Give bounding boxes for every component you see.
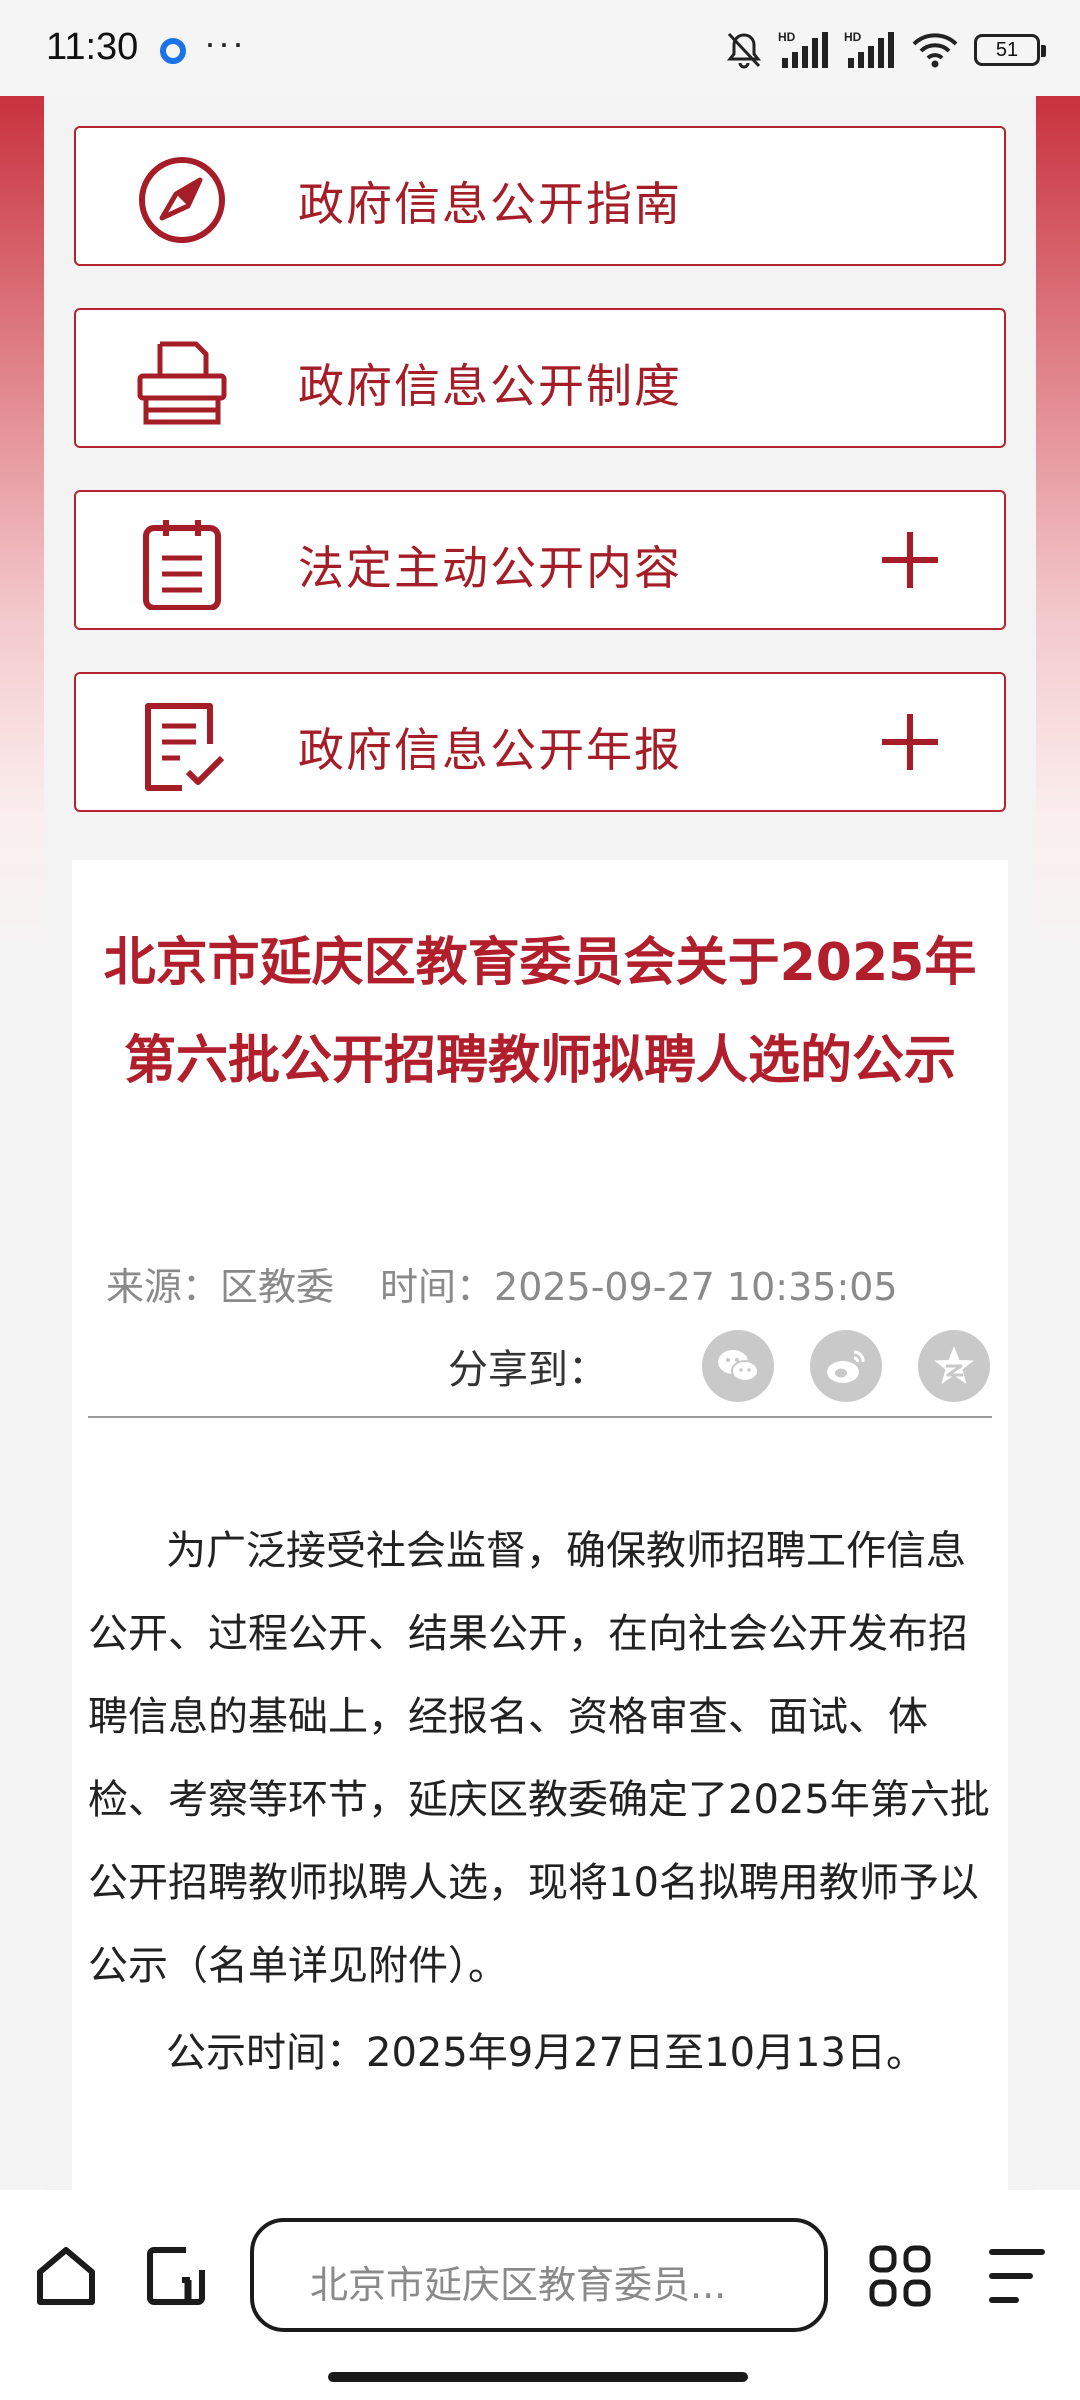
signal-hd-1-icon: HD (778, 30, 828, 68)
more-notifications-icon: ··· (204, 22, 246, 63)
qzone-icon (934, 1346, 974, 1384)
nav-card-label: 政府信息公开年报 (298, 723, 682, 777)
svg-text:HD: HD (778, 30, 796, 44)
address-search-bar[interactable]: 北京市延庆区教育委员... (250, 2218, 828, 2332)
menu-icon[interactable] (982, 2242, 1050, 2310)
share-bar: 分享到： (448, 1330, 990, 1402)
nav-card-guide[interactable]: 政府信息公开指南 (74, 126, 1006, 266)
nav-card-annual-report[interactable]: 政府信息公开年报 (74, 672, 1006, 812)
signal-hd-2-icon: HD (844, 30, 894, 68)
notification-app-icon (160, 38, 186, 64)
compass-icon (139, 157, 225, 243)
weibo-icon (827, 1350, 865, 1383)
article-meta: 来源：区教委 时间：2025-09-27 10:35:05 (106, 1256, 898, 1311)
share-qzone-button[interactable] (918, 1330, 990, 1402)
nav-card-statutory-content[interactable]: 法定主动公开内容 (74, 490, 1006, 630)
article-paragraph: 为广泛接受社会监督，确保教师招聘工作信息公开、过程公开、结果公开，在向社会公开发… (88, 1528, 990, 1989)
article-divider (88, 1416, 992, 1418)
nav-card-label: 法定主动公开内容 (298, 541, 682, 595)
expand-plus-icon[interactable] (880, 712, 940, 772)
share-label: 分享到： (448, 1347, 608, 1393)
apps-grid-icon[interactable] (866, 2242, 934, 2310)
printer-icon (137, 341, 227, 425)
share-wechat-button[interactable] (702, 1330, 774, 1402)
share-weibo-button[interactable] (810, 1330, 882, 1402)
article-title: 北京市延庆区教育委员会关于2025年第六批公开招聘教师拟聘人选的公示 (103, 933, 977, 1091)
page-content: 政府信息公开指南 政府信息公开制度 法定主动公开内容 政府信息公开年报 北京市延… (0, 96, 1080, 2190)
article-body: 为广泛接受社会监督，确保教师招聘工作信息公开、过程公开、结果公开，在向社会公开发… (88, 1510, 992, 2095)
article: 北京市延庆区教育委员会关于2025年第六批公开招聘教师拟聘人选的公示 来源：区教… (72, 860, 1008, 2190)
address-search-text: 北京市延庆区教育委员... (310, 2263, 727, 2307)
article-time: 时间：2025-09-27 10:35:05 (380, 1265, 898, 1309)
bell-muted-icon (726, 32, 762, 69)
battery-indicator: 51 (974, 34, 1046, 66)
wifi-icon (912, 33, 958, 68)
status-bar: 11:30 ··· HD HD 51 (0, 0, 1080, 96)
home-indicator[interactable] (328, 2372, 748, 2382)
svg-text:HD: HD (844, 30, 862, 44)
report-check-icon (145, 703, 225, 791)
home-icon[interactable] (32, 2242, 100, 2310)
nav-card-label: 政府信息公开指南 (298, 177, 682, 231)
status-time: 11:30 (46, 26, 139, 68)
clipboard-icon (143, 520, 221, 610)
nav-card-label: 政府信息公开制度 (298, 359, 682, 413)
expand-plus-icon[interactable] (880, 530, 940, 590)
nav-card-system[interactable]: 政府信息公开制度 (74, 308, 1006, 448)
status-icons: HD HD 51 (724, 28, 1046, 72)
article-paragraph: 公示时间：2025年9月27日至10月13日。 (166, 2030, 926, 2076)
wechat-icon (718, 1350, 759, 1382)
browser-bottom-bar: 北京市延庆区教育委员... (0, 2190, 1080, 2400)
article-source: 来源：区教委 (106, 1265, 335, 1309)
tabs-icon[interactable] (142, 2242, 210, 2310)
